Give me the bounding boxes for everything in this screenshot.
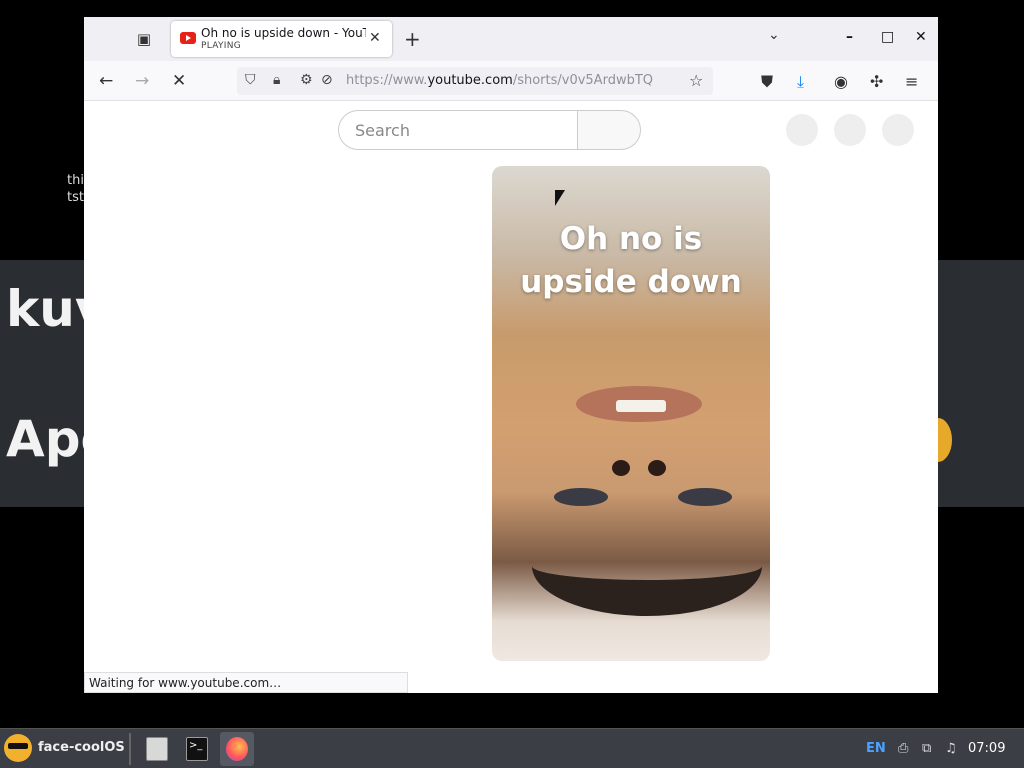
shorts-video-player[interactable]: Oh no is upside down	[492, 166, 770, 661]
forward-button[interactable]: →	[135, 71, 149, 91]
bookmark-star-icon[interactable]: ☆	[689, 71, 703, 90]
placeholder-button[interactable]	[882, 114, 914, 146]
printer-icon[interactable]: ⎙	[898, 741, 908, 756]
search-placeholder: Search	[355, 121, 410, 140]
lock-icon[interactable]: 🔒︎	[273, 72, 280, 88]
tab-playing-label: PLAYING	[201, 41, 242, 51]
video-frame-detail	[612, 460, 630, 476]
video-frame-detail	[648, 460, 666, 476]
permissions-icon[interactable]: ⚙	[300, 72, 313, 88]
url-bar[interactable]: ⛉ 🔒︎ ⚙ ⊘ https://www.youtube.com/shorts/…	[237, 67, 713, 95]
tab-active[interactable]: Oh no is upside down - YouTube PLAYING ✕	[171, 21, 392, 57]
tab-close-icon[interactable]: ✕	[369, 30, 381, 46]
navigation-bar: ← → ✕ ⛉ 🔒︎ ⚙ ⊘ https://www.youtube.com/s…	[84, 61, 938, 101]
firefox-button[interactable]	[220, 732, 254, 766]
placeholder-button[interactable]	[834, 114, 866, 146]
video-frame-detail	[554, 488, 608, 506]
back-button[interactable]: ←	[99, 71, 113, 91]
account-icon[interactable]: ◉	[834, 72, 848, 91]
terminal-icon: >_	[186, 737, 208, 761]
menu-icon[interactable]: ≡	[905, 72, 918, 91]
video-caption: Oh no is upside down	[520, 221, 742, 300]
keyboard-layout[interactable]: EN	[866, 741, 886, 756]
file-manager-icon	[146, 737, 168, 761]
os-menu-icon[interactable]	[4, 734, 32, 762]
network-icon[interactable]: ⧉	[922, 741, 931, 756]
terminal-button[interactable]: >_	[180, 732, 214, 766]
video-frame-detail	[532, 516, 762, 616]
url-text[interactable]: https://www.youtube.com/shorts/v0v5Ardwb…	[346, 73, 653, 88]
video-frame-detail	[616, 400, 666, 412]
browser-window: ▣ Oh no is upside down - YouTube PLAYING…	[84, 17, 938, 693]
tab-title: Oh no is upside down - YouTube	[201, 26, 366, 40]
os-menu-label[interactable]: face-coolOS	[38, 740, 125, 755]
pocket-icon[interactable]: ⛊	[761, 72, 773, 92]
tab-bar: ▣ Oh no is upside down - YouTube PLAYING…	[84, 17, 938, 61]
background-text: thi tst	[67, 173, 84, 205]
taskbar-separator	[129, 733, 131, 765]
file-manager-button[interactable]	[140, 732, 174, 766]
taskbar: face-coolOS >_ EN ⎙ ⧉ ♫ 07:09	[0, 728, 1024, 768]
audio-icon[interactable]: ♫	[945, 741, 957, 756]
maximize-button[interactable]: □	[881, 29, 894, 45]
downloads-icon[interactable]: ⤓	[797, 72, 804, 92]
minimize-button[interactable]: –	[846, 29, 853, 45]
shield-icon[interactable]: ⛉	[245, 72, 256, 88]
autoplay-blocked-icon[interactable]: ⊘	[321, 72, 333, 88]
status-bar: Waiting for www.youtube.com…	[84, 672, 408, 693]
page-content: Search Oh no is upside down Waiting for …	[84, 102, 938, 693]
close-window-button[interactable]: ✕	[915, 29, 927, 45]
search-input[interactable]: Search	[338, 110, 578, 150]
clock[interactable]: 07:09	[968, 741, 1005, 756]
placeholder-button[interactable]	[786, 114, 818, 146]
tab-overview-icon[interactable]: ▣	[134, 30, 154, 48]
list-all-tabs-icon[interactable]: ⌄	[768, 27, 780, 43]
firefox-icon	[226, 737, 248, 761]
extensions-icon[interactable]: ✣	[870, 72, 883, 91]
video-frame-detail	[678, 488, 732, 506]
mouse-cursor-icon	[555, 190, 565, 206]
youtube-favicon-icon	[180, 32, 196, 44]
new-tab-button[interactable]: +	[404, 27, 421, 51]
stop-loading-button[interactable]: ✕	[172, 71, 186, 91]
search-button[interactable]	[577, 110, 641, 150]
